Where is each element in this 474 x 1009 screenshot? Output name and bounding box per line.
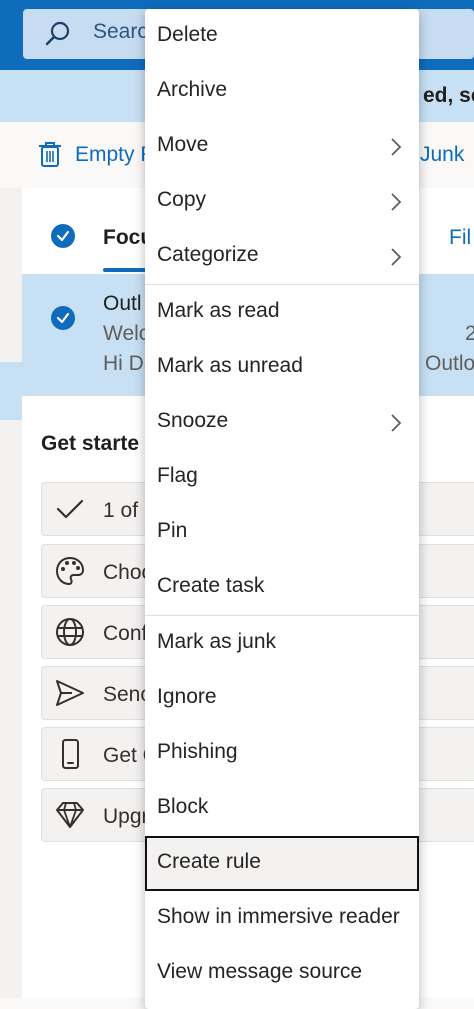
menu-item-phishing[interactable]: Phishing (145, 726, 419, 781)
globe-icon (56, 618, 84, 646)
folder-pane-edge (0, 188, 22, 998)
menu-item-label: Create task (157, 574, 265, 597)
diamond-icon (56, 802, 84, 828)
empty-folder-button[interactable]: Empty F (75, 143, 153, 167)
menu-item-label: Mark as unread (157, 354, 303, 377)
menu-item-label: Pin (157, 519, 188, 542)
menu-item-block[interactable]: Block (145, 781, 419, 836)
chevron-right-icon (391, 248, 402, 266)
menu-item-label: Flag (157, 464, 198, 487)
menu-item-show-in-immersive-reader[interactable]: Show in immersive reader (145, 891, 419, 946)
check-icon (56, 499, 84, 519)
menu-item-mark-as-read[interactable]: Mark as read (145, 285, 419, 340)
menu-item-label: Block (157, 795, 209, 818)
menu-item-move[interactable]: Move (145, 119, 419, 174)
get-started-label: 1 of (103, 499, 139, 522)
menu-item-delete[interactable]: Delete (145, 9, 419, 64)
menu-item-label: Categorize (157, 243, 259, 266)
get-started-label: Conf (103, 622, 148, 645)
message-subject: Welc (103, 322, 150, 345)
get-started-label: Upgr (103, 805, 149, 828)
menu-item-snooze[interactable]: Snooze (145, 395, 419, 450)
chevron-right-icon (391, 138, 402, 156)
chevron-right-icon (391, 414, 402, 432)
get-started-label: Senc (103, 683, 151, 706)
menu-item-label: Copy (157, 188, 207, 211)
tab-focused-underline (103, 268, 148, 272)
context-menu: Delete Archive Move Copy Categorize Mark… (145, 9, 419, 1009)
palette-icon (55, 556, 85, 586)
menu-item-label: Archive (157, 78, 228, 101)
message-preview-tail: Outlo (425, 352, 474, 375)
menu-item-ignore[interactable]: Ignore (145, 671, 419, 726)
menu-item-label: Snooze (157, 409, 229, 432)
junk-button[interactable]: Junk (420, 143, 464, 167)
folder-selection-indicator (0, 362, 22, 420)
menu-item-archive[interactable]: Archive (145, 64, 419, 119)
menu-item-mark-as-unread[interactable]: Mark as unread (145, 340, 419, 395)
menu-item-label: Ignore (157, 685, 217, 708)
select-all-check-icon[interactable] (51, 224, 75, 248)
send-icon (56, 680, 84, 706)
menu-item-create-task[interactable]: Create task (145, 560, 419, 615)
menu-item-create-rule[interactable]: Create rule (145, 836, 419, 891)
menu-item-pin[interactable]: Pin (145, 505, 419, 560)
menu-item-label: Show in immersive reader (157, 905, 400, 928)
message-time: 2 (465, 322, 474, 345)
phone-icon (62, 739, 79, 769)
menu-item-mark-as-junk[interactable]: Mark as junk (145, 616, 419, 671)
menu-item-label: Create rule (157, 850, 261, 873)
menu-item-label: Delete (157, 23, 218, 46)
menu-item-label: Mark as junk (157, 630, 277, 653)
menu-item-categorize[interactable]: Categorize (145, 229, 419, 284)
message-check-icon[interactable] (51, 306, 75, 330)
get-started-title: Get starte (41, 432, 140, 455)
search-icon[interactable] (44, 20, 72, 48)
menu-item-label: Move (157, 133, 209, 156)
menu-item-label: Phishing (157, 740, 238, 763)
menu-item-view-message-source[interactable]: View message source (145, 946, 419, 1001)
menu-item-copy[interactable]: Copy (145, 174, 419, 229)
filter-button[interactable]: Fil (449, 226, 471, 250)
menu-item-label: Mark as read (157, 299, 280, 322)
menu-item-label: View message source (157, 960, 363, 983)
info-bar-text: ed, sec (423, 84, 474, 107)
trash-icon[interactable] (38, 140, 62, 168)
message-sender: Outl (103, 292, 142, 315)
menu-item-flag[interactable]: Flag (145, 450, 419, 505)
chevron-right-icon (391, 193, 402, 211)
